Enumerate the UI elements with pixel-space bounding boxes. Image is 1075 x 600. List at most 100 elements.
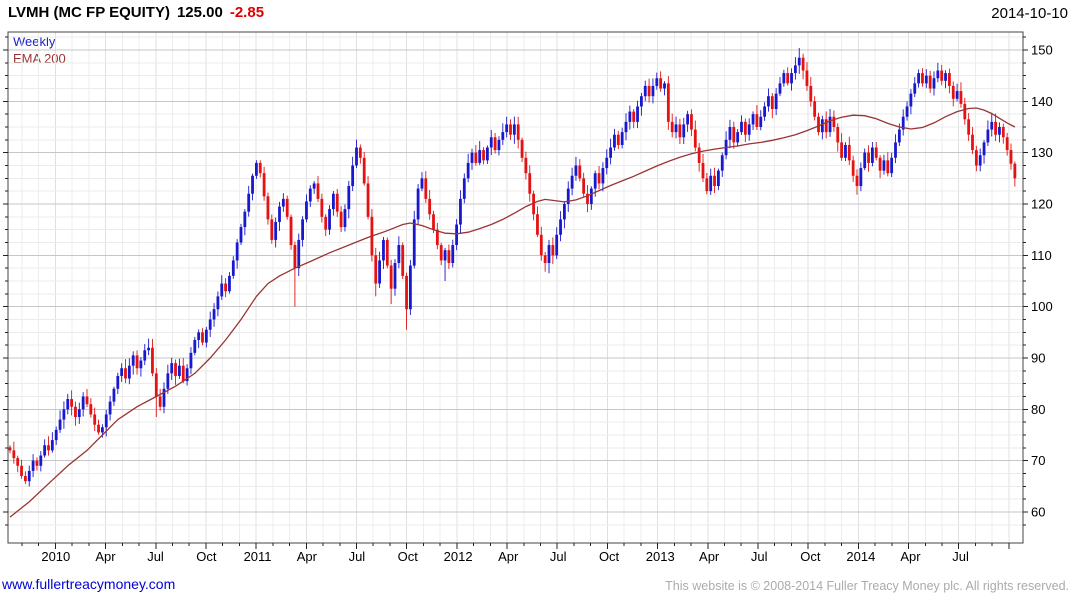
candle-body <box>204 329 208 343</box>
candle-body <box>601 168 605 184</box>
candle-body <box>158 396 162 407</box>
candle-body <box>840 142 843 158</box>
x-axis-label: Oct <box>599 549 620 564</box>
candle-body <box>894 142 897 158</box>
y-axis-label: 130 <box>1031 145 1053 160</box>
candle-body <box>913 83 917 94</box>
candle-body <box>31 460 35 471</box>
candle-body <box>797 57 801 66</box>
candle-body <box>932 78 936 89</box>
candle-body <box>108 401 112 415</box>
candle-body <box>647 85 651 97</box>
candle-body <box>212 309 216 320</box>
candle-body <box>878 157 882 171</box>
candle-body <box>570 175 574 189</box>
candle-body <box>905 106 909 117</box>
candle-body <box>289 216 293 246</box>
candle-body <box>986 129 990 143</box>
candle-body <box>201 332 204 343</box>
candle-body <box>351 165 355 187</box>
candle-body <box>632 111 636 122</box>
candle-body <box>470 152 474 163</box>
candle-body <box>455 224 458 246</box>
candle-body <box>378 260 381 284</box>
candle-body <box>940 70 944 81</box>
candle-body <box>416 188 420 220</box>
candle-body <box>501 132 505 140</box>
candle-body <box>293 245 297 269</box>
y-axis-label: 80 <box>1031 402 1045 417</box>
candle-body <box>489 137 493 148</box>
candle-body <box>81 396 85 410</box>
candle-body <box>589 188 593 204</box>
candle-body <box>412 219 416 266</box>
candle-body <box>774 93 778 110</box>
candle-body <box>305 201 308 220</box>
x-axis-label: Oct <box>800 549 821 564</box>
footer-site-link[interactable]: www.fullertreacymoney.com <box>2 576 175 592</box>
candle-body <box>897 129 901 143</box>
candle-body <box>358 147 362 158</box>
candle-body <box>85 396 89 405</box>
candle-body <box>990 121 994 130</box>
candle-body <box>728 126 732 140</box>
candle-body <box>609 147 612 158</box>
candle-body <box>512 124 516 135</box>
candle-body <box>170 363 174 374</box>
candle-body <box>127 365 131 379</box>
candle-body <box>393 263 397 289</box>
candle-body <box>886 160 890 174</box>
x-axis-label: Apr <box>900 549 921 564</box>
candle-body <box>459 198 462 225</box>
candle-body <box>24 476 27 482</box>
candle-body <box>982 142 986 156</box>
candle-body <box>994 121 997 135</box>
candle-body <box>605 157 609 169</box>
candle-body <box>971 134 974 151</box>
candle-body <box>193 340 197 353</box>
y-axis-label: 70 <box>1031 453 1045 468</box>
candle-body <box>235 242 239 261</box>
candle-body <box>720 155 724 171</box>
candle-body <box>297 239 301 269</box>
candle-body <box>409 265 412 310</box>
candle-body <box>624 121 628 133</box>
candle-body <box>740 121 743 133</box>
candle-body <box>466 162 470 179</box>
candle-body <box>247 193 251 212</box>
footer-copyright: This website is © 2008-2014 Fuller Treac… <box>665 579 1069 593</box>
candle-body <box>281 198 285 207</box>
candle-body <box>636 106 639 122</box>
candle-body <box>794 65 797 74</box>
candle-body <box>62 409 66 420</box>
candle-body <box>332 193 335 210</box>
candle-body <box>732 126 736 143</box>
candle-body <box>743 121 747 135</box>
candle-body <box>709 175 713 192</box>
candle-body <box>228 275 231 292</box>
x-axis-label: 2013 <box>646 549 675 564</box>
candle-body <box>258 162 262 174</box>
candle-body <box>717 170 720 187</box>
candle-body <box>670 121 674 133</box>
candle-body <box>936 70 940 79</box>
candle-body <box>547 245 551 264</box>
x-axis-label: 2014 <box>846 549 875 564</box>
x-axis-label: Apr <box>699 549 720 564</box>
candle-body <box>405 275 408 310</box>
candle-body <box>655 78 659 86</box>
candle-body <box>693 129 697 148</box>
candle-body <box>890 157 894 174</box>
candle-body <box>397 245 401 264</box>
candle-body <box>674 124 678 133</box>
candle-body <box>551 245 555 256</box>
candle-body <box>50 440 54 451</box>
candle-body <box>151 347 154 374</box>
candle-body <box>339 211 343 228</box>
candle-body <box>524 157 528 174</box>
candle-body <box>181 365 185 382</box>
candle-body <box>66 399 70 410</box>
candle-body <box>543 255 547 264</box>
candle-body <box>593 173 597 189</box>
y-axis-label: 100 <box>1031 299 1053 314</box>
